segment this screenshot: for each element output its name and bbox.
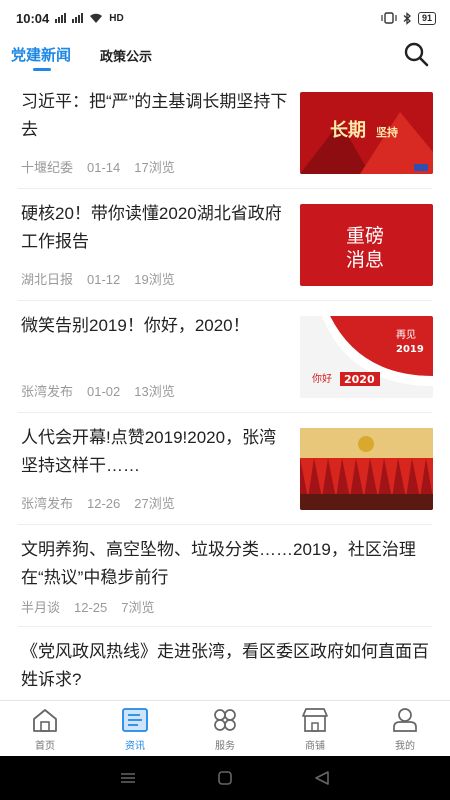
service-icon	[214, 709, 236, 731]
signal-icon	[55, 13, 67, 23]
tab-indicator	[33, 68, 51, 71]
news-meta: 张湾发布 01-02 13浏览	[21, 381, 189, 400]
divider	[18, 626, 432, 627]
divider	[18, 300, 432, 301]
nav-shop-label: 商铺	[305, 741, 325, 752]
nav-profile[interactable]: 我的	[360, 701, 450, 756]
news-meta: 张湾发布 12-26 27浏览	[21, 493, 189, 512]
shop-icon	[302, 708, 328, 732]
news-source: 张湾发布	[21, 384, 74, 399]
back-icon[interactable]	[314, 771, 330, 785]
nav-news[interactable]: 资讯	[90, 701, 180, 756]
news-title: 微笑告别2019！你好，2020！	[21, 316, 250, 335]
tab-policy-notice[interactable]: 政策公示	[100, 46, 152, 65]
thumb-text: 2019	[396, 344, 424, 355]
news-views: 13浏览	[134, 384, 175, 399]
news-thumbnail: 再见 2019 你好 2020	[300, 316, 433, 398]
thumb-text: 再见	[396, 329, 416, 341]
vibrate-icon	[381, 12, 397, 24]
thumb-text: 坚持	[376, 125, 398, 139]
thumb-text: 重磅	[346, 225, 384, 247]
news-title: 硬核20！带你读懂2020湖北省政府工作报告	[21, 204, 282, 251]
thumb-text: 消息	[346, 249, 384, 271]
news-views: 7浏览	[121, 600, 155, 615]
divider	[18, 412, 432, 413]
news-date: 01-02	[87, 384, 121, 399]
news-views: 27浏览	[134, 496, 175, 511]
nav-home-label: 首页	[35, 741, 55, 752]
nav-service[interactable]: 服务	[180, 701, 270, 756]
news-date: 12-26	[87, 496, 121, 511]
nav-shop[interactable]: 商铺	[270, 701, 360, 756]
tab-party-news[interactable]: 党建新闻	[11, 44, 71, 65]
wifi-icon	[90, 13, 103, 23]
divider	[18, 524, 432, 525]
news-thumbnail: 重磅 消息	[300, 204, 433, 286]
signal-icon	[72, 13, 84, 23]
news-icon	[122, 708, 148, 732]
news-source: 张湾发布	[21, 496, 74, 511]
news-views: 19浏览	[134, 272, 175, 287]
news-source: 十堰纪委	[21, 160, 74, 175]
top-tabs: 党建新闻 政策公示	[0, 36, 450, 80]
network-type: HD	[109, 12, 124, 24]
home-icon	[33, 709, 57, 732]
system-nav-bar	[0, 756, 450, 800]
news-thumbnail: 长期 坚持	[300, 92, 433, 174]
home-button-icon[interactable]	[217, 771, 233, 785]
news-meta: 半月谈 12-25 7浏览	[21, 597, 169, 616]
nav-service-label: 服务	[215, 741, 235, 752]
news-thumbnail	[300, 428, 433, 510]
news-title: 文明养狗、高空坠物、垃圾分类……2019，社区治理在“热议”中稳步前行	[21, 540, 416, 587]
news-title: 人代会开幕!点赞2019!2020，张湾坚持这样干……	[21, 428, 277, 475]
nav-profile-label: 我的	[395, 741, 415, 752]
news-views: 17浏览	[134, 160, 175, 175]
nav-home[interactable]: 首页	[0, 701, 90, 756]
news-title: 《党风政风热线》走进张湾，看区委区政府如何直面百姓诉求?	[21, 642, 429, 689]
news-title: 习近平：把“严”的主基调长期坚持下去	[21, 92, 288, 139]
news-meta: 十堰纪委 01-14 17浏览	[21, 157, 189, 176]
news-date: 01-12	[87, 272, 121, 287]
search-icon[interactable]	[402, 40, 430, 68]
bottom-tab-bar: 首页 资讯 服务 商铺 我的	[0, 700, 450, 756]
profile-icon	[393, 708, 417, 732]
news-source: 半月谈	[21, 600, 61, 615]
status-time: 10:04	[16, 10, 50, 26]
nav-news-label: 资讯	[125, 741, 145, 752]
divider	[18, 188, 432, 189]
battery-icon: 91	[417, 11, 436, 25]
news-meta: 湖北日报 01-12 19浏览	[21, 269, 189, 288]
news-date: 01-14	[87, 160, 121, 175]
thumb-text: 长期	[330, 120, 366, 141]
thumb-text: 2020	[344, 373, 375, 386]
news-date: 12-25	[74, 600, 108, 615]
thumb-text: 你好	[312, 372, 332, 385]
news-source: 湖北日报	[21, 272, 74, 287]
bluetooth-icon	[403, 11, 411, 25]
status-bar: 10:04 HD 91	[0, 0, 450, 36]
menu-icon[interactable]	[120, 772, 136, 784]
